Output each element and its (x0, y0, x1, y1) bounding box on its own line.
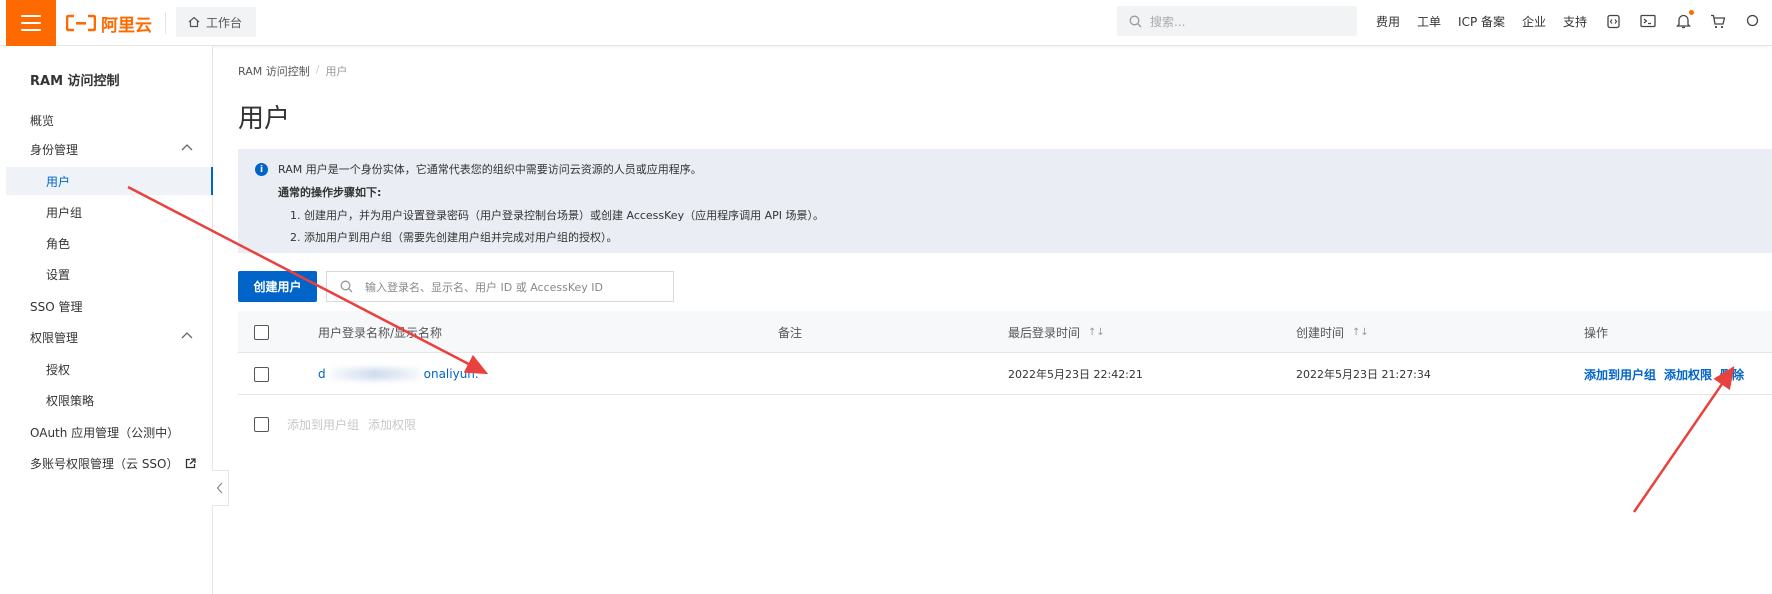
row-checkbox[interactable] (254, 366, 269, 382)
user-name-suffix: onaliyun. (423, 367, 479, 381)
chevron-left-icon (216, 482, 223, 494)
search-icon (1129, 15, 1142, 27)
search-placeholder: 搜索... (1150, 14, 1186, 29)
sidebar-item-label: 身份管理 (30, 142, 79, 157)
user-name-prefix: d (318, 367, 326, 381)
breadcrumb-separator: / (315, 63, 320, 76)
sidebar: RAM 访问控制 概览 身份管理 用户 用户组 角色 设置 SSO 管理 权限管… (6, 46, 213, 594)
add-to-group-link[interactable]: 添加到用户组 (1584, 366, 1656, 383)
sidebar-item-label: OAuth 应用管理（公测中） (30, 425, 180, 440)
table-row: d onaliyun. 2022年5月23日 22:42:21 2022年5月2… (238, 353, 1772, 395)
table-header: 用户登录名称/显示名称 备注 最后登录时间 ↑↓ 创建时间 ↑↓ 操作 (238, 311, 1772, 353)
chevron-up-icon (181, 144, 193, 151)
sidebar-item-label: 角色 (46, 236, 71, 251)
breadcrumb-root[interactable]: RAM 访问控制 (238, 63, 310, 79)
batch-select-checkbox[interactable] (254, 416, 269, 432)
sort-icon[interactable]: ↑↓ (1088, 327, 1105, 338)
sidebar-item-label: 授权 (46, 362, 71, 377)
select-all-checkbox[interactable] (254, 324, 269, 340)
top-nav: 费用 工单 ICP 备案 企业 支持 (1376, 0, 1772, 42)
sidebar-group-identity[interactable]: 身份管理 (6, 135, 213, 163)
filter-placeholder: 输入登录名、显示名、用户 ID 或 AccessKey ID (365, 280, 604, 294)
breadcrumb-current: 用户 (325, 65, 348, 78)
sidebar-item-label: 用户 (46, 174, 71, 189)
nav-item-enterprise[interactable]: 企业 (1522, 13, 1546, 30)
bell-icon[interactable] (1674, 10, 1695, 30)
sidebar-item-grants[interactable]: 授权 (6, 355, 213, 383)
column-header-last-login[interactable]: 最后登录时间 ↑↓ (1008, 311, 1105, 353)
sidebar-item-label: 权限管理 (30, 330, 79, 345)
aliyun-logo-icon (66, 14, 96, 32)
nav-item-ticket[interactable]: 工单 (1417, 13, 1441, 30)
sidebar-item-users[interactable]: 用户 (6, 167, 213, 195)
sidebar-item-overview[interactable]: 概览 (6, 106, 213, 134)
column-header-label: 创建时间 (1296, 325, 1345, 340)
terminal-icon[interactable] (1639, 12, 1657, 30)
info-line: 2. 添加用户到用户组（需要先创建用户组并完成对用户组的授权）。 (290, 231, 618, 244)
breadcrumb: RAM 访问控制 / 用户 (238, 63, 347, 79)
sidebar-item-label: 权限策略 (46, 393, 95, 408)
notification-dot (1689, 10, 1695, 15)
search-icon (340, 280, 353, 293)
code-icon[interactable] (1604, 12, 1622, 30)
row-actions: 添加到用户组 添加权限 删除 (1584, 353, 1752, 395)
sidebar-item-settings[interactable]: 设置 (6, 260, 213, 288)
batch-add-to-group-button[interactable]: 添加到用户组 (287, 416, 359, 433)
nav-item-billing[interactable]: 费用 (1376, 13, 1400, 30)
create-user-button[interactable]: 创建用户 (238, 271, 317, 302)
sidebar-item-label: 多账号权限管理（云 SSO） (30, 456, 179, 471)
sidebar-item-label: 设置 (46, 267, 71, 282)
divider (165, 12, 166, 34)
column-header-created[interactable]: 创建时间 ↑↓ (1296, 311, 1369, 353)
info-line: 通常的操作步骤如下: (278, 186, 382, 199)
sidebar-group-permissions[interactable]: 权限管理 (6, 323, 213, 351)
sort-icon[interactable]: ↑↓ (1352, 327, 1369, 338)
top-bar: 阿里云 工作台 搜索... 费用 工单 ICP 备案 企业 支持 (0, 0, 1772, 46)
sidebar-item-label: 用户组 (46, 205, 83, 220)
search-input[interactable]: 搜索... (1117, 6, 1357, 36)
batch-add-permission-button[interactable]: 添加权限 (368, 416, 416, 433)
sidebar-item-roles[interactable]: 角色 (6, 229, 213, 257)
info-icon: i (255, 163, 268, 176)
menu-icon[interactable] (6, 0, 56, 46)
created-value: 2022年5月23日 21:27:34 (1296, 368, 1431, 381)
nav-item-support[interactable]: 支持 (1563, 13, 1587, 30)
nav-item-icp[interactable]: ICP 备案 (1458, 13, 1505, 30)
workbench-button[interactable]: 工作台 (176, 7, 256, 37)
column-header-note: 备注 (778, 325, 803, 340)
info-notice: i RAM 用户是一个身份实体，它通常代表您的组织中需要访问云资源的人员或应用程… (238, 149, 1772, 253)
sidebar-item-cloud-sso[interactable]: 多账号权限管理（云 SSO） (6, 449, 213, 477)
sidebar-item-oauth[interactable]: OAuth 应用管理（公测中） (6, 418, 213, 446)
sidebar-item-policies[interactable]: 权限策略 (6, 386, 213, 414)
chevron-up-icon (181, 332, 193, 339)
aliyun-logo[interactable]: 阿里云 (66, 9, 152, 37)
search-icon[interactable] (1744, 12, 1762, 30)
column-header-actions: 操作 (1584, 325, 1609, 340)
column-header-name: 用户登录名称/显示名称 (318, 325, 443, 340)
logo-text: 阿里云 (101, 15, 152, 36)
sidebar-collapse-button[interactable] (212, 470, 229, 506)
delete-link[interactable]: 删除 (1720, 366, 1744, 383)
external-link-icon (185, 457, 196, 468)
home-icon (188, 16, 200, 28)
info-line: RAM 用户是一个身份实体，它通常代表您的组织中需要访问云资源的人员或应用程序。 (278, 163, 702, 176)
page-title: 用户 (238, 104, 291, 134)
user-filter-input[interactable]: 输入登录名、显示名、用户 ID 或 AccessKey ID (326, 271, 674, 302)
last-login-value: 2022年5月23日 22:42:21 (1008, 368, 1143, 381)
add-permission-link[interactable]: 添加权限 (1664, 366, 1712, 383)
user-name-link[interactable]: d onaliyun. (318, 353, 479, 395)
batch-actions: 添加到用户组 添加权限 (238, 412, 416, 436)
sidebar-title: RAM 访问控制 (30, 74, 120, 89)
column-header-label: 最后登录时间 (1008, 325, 1081, 340)
sidebar-item-sso[interactable]: SSO 管理 (6, 292, 213, 320)
info-line: 1. 创建用户，并为用户设置登录密码（用户登录控制台场景）或创建 AccessK… (290, 209, 824, 222)
workbench-label: 工作台 (206, 15, 243, 30)
redacted-text (329, 368, 420, 380)
sidebar-item-label: 概览 (30, 113, 55, 128)
sidebar-item-user-groups[interactable]: 用户组 (6, 198, 213, 226)
cart-icon[interactable] (1709, 12, 1727, 30)
sidebar-item-label: SSO 管理 (30, 299, 83, 314)
